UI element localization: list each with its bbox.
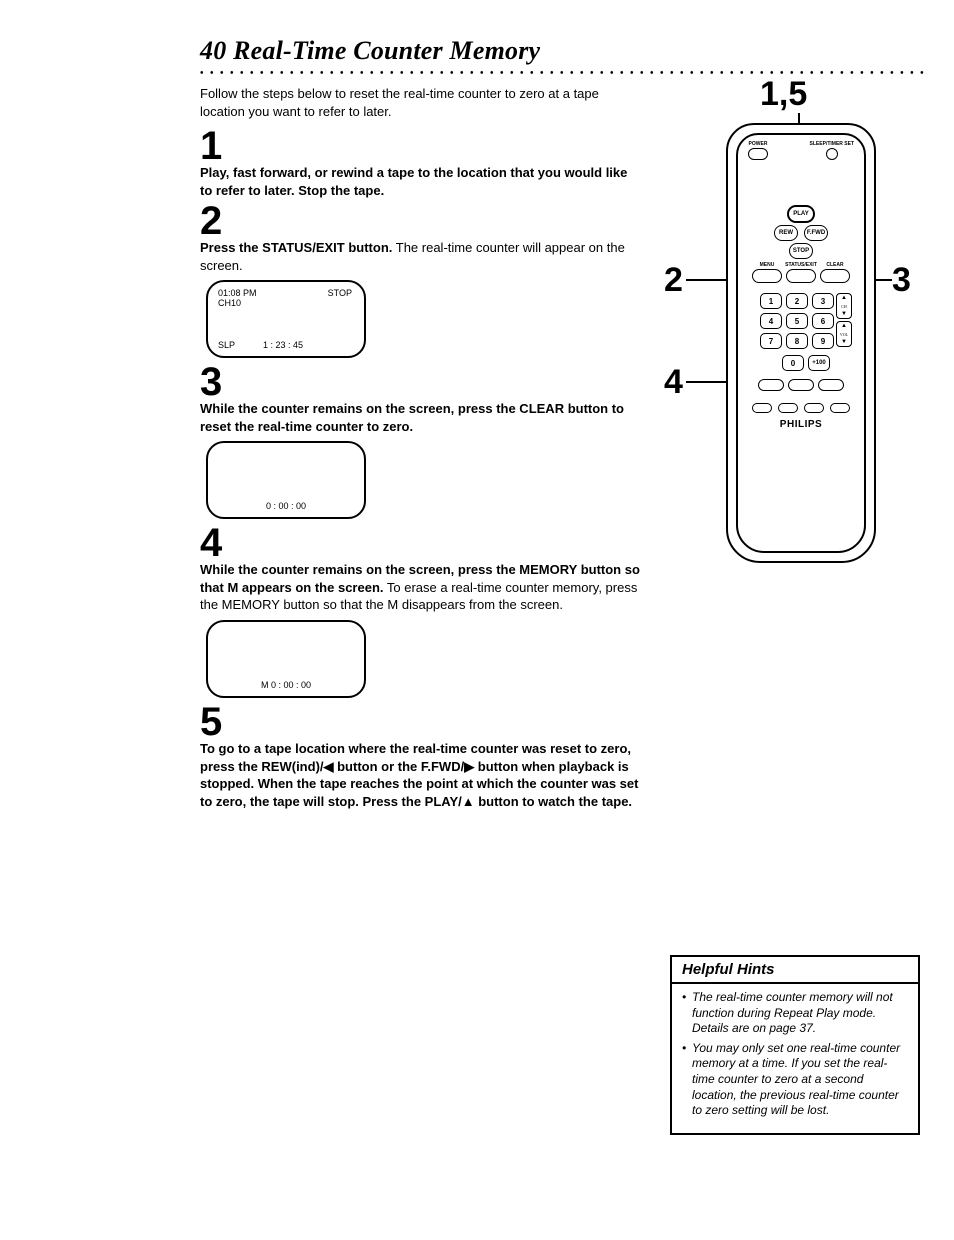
screen-counter-display-1: 01:08 PMCH10 STOP SLP 1 : 23 : 45 (206, 280, 366, 358)
page-title: 40 Real-Time Counter Memory (200, 36, 924, 66)
sleep-label: SLEEP/TIMER SET (810, 141, 854, 147)
screen-counter-display-3: M 0 : 00 : 00 (206, 620, 366, 698)
play-button[interactable]: PLAY (787, 205, 815, 223)
channel-updown[interactable]: ▲CH▼ (836, 293, 852, 319)
remote-diagram: 1,5 2 3 4 POWER SLEEP/TIMER SET (670, 85, 920, 615)
rewind-button[interactable]: REW (774, 225, 798, 241)
step-1-body: Play, fast forward, or rewind a tape to … (200, 164, 640, 199)
power-label: POWER (749, 141, 768, 147)
callout-4: 4 (664, 363, 683, 402)
clear-button[interactable]: CLEAR (820, 269, 850, 283)
volume-updown[interactable]: ▲VOL▼ (836, 321, 852, 347)
hints-title: Helpful Hints (672, 957, 918, 984)
sleep-button[interactable] (826, 148, 838, 160)
ffwd-button[interactable]: F.FWD (804, 225, 828, 241)
key-1[interactable]: 1 (760, 293, 782, 309)
remote-outline: POWER SLEEP/TIMER SET PLAY REW F.FWD (726, 123, 876, 563)
tracking-up-button[interactable] (804, 403, 824, 413)
key-4[interactable]: 4 (760, 313, 782, 329)
power-button[interactable] (748, 148, 768, 160)
hint-item: You may only set one real-time counter m… (682, 1041, 908, 1119)
memory-button[interactable] (788, 379, 814, 391)
step-5-number: 5 (200, 704, 640, 740)
step-3-number: 3 (200, 364, 640, 400)
menu-row: MENU STATUS/EXIT CLEAR (752, 269, 850, 283)
key-8[interactable]: 8 (786, 333, 808, 349)
key-plus100[interactable]: +100 (808, 355, 830, 371)
function-row (758, 379, 844, 391)
tracking-row (752, 403, 850, 413)
tracking-down-button[interactable] (778, 403, 798, 413)
instructions-column: Follow the steps below to reset the real… (200, 85, 640, 1135)
key-2[interactable]: 2 (786, 293, 808, 309)
status-exit-button[interactable]: STATUS/EXIT (786, 269, 816, 283)
step-3-body: While the counter remains on the screen,… (200, 400, 640, 435)
brand-label: PHILIPS (780, 419, 822, 430)
key-6[interactable]: 6 (812, 313, 834, 329)
key-7[interactable]: 7 (760, 333, 782, 349)
input-sel-button[interactable] (818, 379, 844, 391)
step-2-number: 2 (200, 203, 640, 239)
key-9[interactable]: 9 (812, 333, 834, 349)
key-5[interactable]: 5 (786, 313, 808, 329)
mute-button[interactable] (830, 403, 850, 413)
screen-counter-display-2: 0 : 00 : 00 (206, 441, 366, 519)
step-5-body: To go to a tape location where the real-… (200, 740, 640, 810)
speed-button[interactable] (758, 379, 784, 391)
key-0[interactable]: 0 (782, 355, 804, 371)
step-4-body: While the counter remains on the screen,… (200, 561, 640, 614)
menu-button[interactable]: MENU (752, 269, 782, 283)
callout-3: 3 (892, 261, 911, 300)
intro-text: Follow the steps below to reset the real… (200, 85, 640, 120)
callout-1-5: 1,5 (760, 75, 807, 114)
hint-item: The real-time counter memory will not fu… (682, 990, 908, 1037)
step-1-number: 1 (200, 128, 640, 164)
remote-column: 1,5 2 3 4 POWER SLEEP/TIMER SET (670, 85, 920, 1135)
page-number: 40 (200, 36, 226, 65)
key-3[interactable]: 3 (812, 293, 834, 309)
channel-volume-rocker: ▲CH▼ ▲VOL▼ (836, 293, 852, 347)
helpful-hints-box: Helpful Hints The real-time counter memo… (670, 955, 920, 1135)
step-4-number: 4 (200, 525, 640, 561)
dotted-rule: • • • • • • • • • • • • • • • • • • • • … (200, 68, 924, 79)
title-text: Real-Time Counter Memory (233, 36, 540, 65)
callout-2: 2 (664, 261, 683, 300)
rec-otr-button[interactable] (752, 403, 772, 413)
transport-controls: PLAY REW F.FWD STOP (753, 205, 849, 259)
stop-button[interactable]: STOP (789, 243, 813, 259)
step-2-body: Press the STATUS/EXIT button. The real-t… (200, 239, 640, 274)
number-keypad: 1 2 3 4 5 6 7 8 9 (760, 293, 834, 349)
